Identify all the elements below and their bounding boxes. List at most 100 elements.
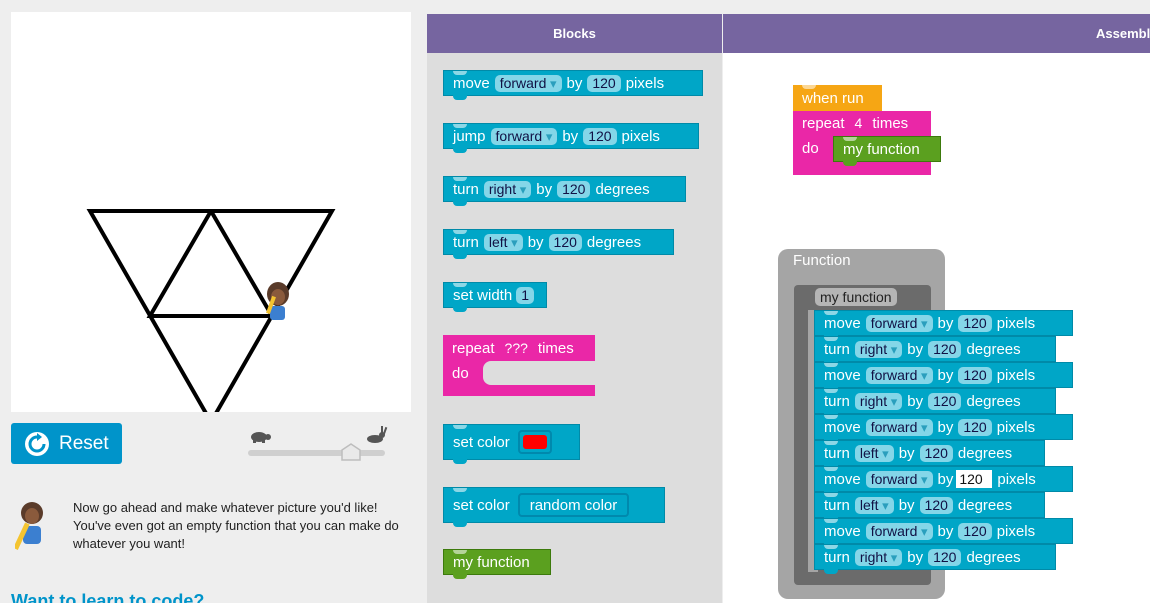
function-name-field[interactable]: my function <box>815 288 897 306</box>
artist-drawing <box>86 209 336 412</box>
direction-dropdown[interactable]: right <box>854 548 903 566</box>
direction-dropdown[interactable]: right <box>483 180 532 198</box>
toolbox-turn-right-block[interactable]: turn right by 120 degrees <box>443 176 686 206</box>
direction-dropdown[interactable]: forward <box>865 314 933 332</box>
block-word: set color <box>453 496 510 514</box>
my-function-call-block[interactable]: my function <box>833 136 941 166</box>
block-word: degrees <box>966 392 1021 410</box>
block-word: repeat <box>452 339 495 357</box>
direction-dropdown[interactable]: left <box>483 233 523 251</box>
fn-turn-block-2[interactable]: turn right by 120 degrees <box>814 388 1056 418</box>
turtle-icon <box>251 432 271 443</box>
direction-dropdown[interactable]: forward <box>490 127 558 145</box>
toolbox-repeat-block[interactable]: repeat ??? times do <box>443 335 595 396</box>
repeat-count-field[interactable]: ??? <box>500 340 533 357</box>
block-word: by <box>937 418 954 436</box>
block-word: by <box>937 314 954 332</box>
slider-track[interactable] <box>248 450 385 456</box>
repeat-do-slot[interactable] <box>483 361 595 385</box>
toolbox-jump-block[interactable]: jump forward by 120 pixels <box>443 123 699 153</box>
block-word: by <box>527 233 544 251</box>
angle-field[interactable]: 120 <box>928 392 962 410</box>
block-word: degrees <box>957 444 1013 462</box>
block-word: turn <box>824 340 850 358</box>
block-word: degrees <box>595 180 650 198</box>
angle-field[interactable]: 120 <box>928 340 962 358</box>
width-field[interactable]: 1 <box>516 286 534 304</box>
block-word: pixels <box>621 127 660 145</box>
block-word: by <box>937 366 954 384</box>
block-word: pixels <box>996 366 1036 384</box>
block-word: do <box>452 364 469 382</box>
distance-field[interactable]: 120 <box>958 366 992 384</box>
toolbox-set-random-color-block[interactable]: set color random color <box>443 487 665 527</box>
block-word: by <box>536 180 553 198</box>
fn-move-block-3[interactable]: move forward by 120 pixels <box>814 414 1073 444</box>
toolbox-my-function-block[interactable]: my function <box>443 549 551 579</box>
blocks-header-label: Blocks <box>553 26 596 41</box>
block-word: turn <box>824 392 850 410</box>
fn-turn-block-4[interactable]: turn left by 120 degrees <box>814 492 1045 522</box>
block-word: by <box>907 340 924 358</box>
fn-turn-block-5[interactable]: turn right by 120 degrees <box>814 544 1056 574</box>
random-color-field[interactable]: random color <box>517 493 630 517</box>
block-word: by <box>898 496 915 514</box>
direction-dropdown[interactable]: left <box>854 496 894 514</box>
angle-field[interactable]: 120 <box>919 444 953 462</box>
block-word: move <box>824 522 861 540</box>
slider-thumb[interactable] <box>341 443 361 461</box>
toolbox-move-block[interactable]: move forward by 120 pixels <box>443 70 703 100</box>
block-word: pixels <box>996 314 1036 332</box>
direction-dropdown[interactable]: forward <box>494 74 562 92</box>
direction-dropdown[interactable]: forward <box>865 470 933 488</box>
fn-move-block-2[interactable]: move forward by 120 pixels <box>814 362 1073 392</box>
direction-dropdown[interactable]: left <box>854 444 894 462</box>
direction-dropdown[interactable]: forward <box>865 522 933 540</box>
block-word: turn <box>824 548 850 566</box>
block-word: by <box>566 74 583 92</box>
block-word: degrees <box>966 548 1021 566</box>
angle-field[interactable]: 120 <box>919 496 953 514</box>
distance-field[interactable]: 120 <box>958 522 992 540</box>
angle-field[interactable]: 120 <box>548 233 582 251</box>
drawing-canvas <box>11 12 411 412</box>
distance-field[interactable]: 120 <box>958 314 992 332</box>
direction-dropdown[interactable]: right <box>854 340 903 358</box>
block-word: times <box>537 339 574 357</box>
toolbox-turn-left-block[interactable]: turn left by 120 degrees <box>443 229 674 259</box>
block-word: when run <box>802 89 864 107</box>
distance-field[interactable]: 120 <box>587 74 621 92</box>
rabbit-icon <box>367 426 388 443</box>
when-run-block[interactable]: when run <box>793 85 882 116</box>
distance-field-editing[interactable]: 120 <box>956 470 993 488</box>
workspace-header-label: Assembl <box>1096 26 1150 41</box>
learn-to-code-link[interactable]: Want to learn to code? <box>11 591 204 603</box>
reset-icon <box>25 431 49 456</box>
fn-turn-block-1[interactable]: turn right by 120 degrees <box>814 336 1056 366</box>
block-word: times <box>872 114 909 132</box>
fn-move-block-4[interactable]: move forward by 120 pixels <box>814 466 1073 496</box>
fn-turn-block-3[interactable]: turn left by 120 degrees <box>814 440 1045 470</box>
block-word: by <box>907 392 924 410</box>
color-picker[interactable] <box>517 430 552 454</box>
distance-field[interactable]: 120 <box>958 418 992 436</box>
distance-field[interactable]: 120 <box>583 127 617 145</box>
direction-dropdown[interactable]: forward <box>865 366 933 384</box>
toolbox-set-color-block[interactable]: set color <box>443 424 580 464</box>
toolbox-set-width-block[interactable]: set width 1 <box>443 282 547 312</box>
fn-move-block-1[interactable]: move forward by 120 pixels <box>814 310 1073 340</box>
angle-field[interactable]: 120 <box>557 180 591 198</box>
block-word: my function <box>453 553 530 571</box>
block-word: turn <box>453 180 479 198</box>
direction-dropdown[interactable]: forward <box>865 418 933 436</box>
block-word: degrees <box>966 340 1021 358</box>
repeat-count-field[interactable]: 4 <box>850 115 868 132</box>
angle-field[interactable]: 120 <box>928 548 962 566</box>
fn-move-block-5[interactable]: move forward by 120 pixels <box>814 518 1073 548</box>
reset-button[interactable]: Reset <box>11 423 122 464</box>
speed-slider[interactable] <box>248 426 388 462</box>
block-word: move <box>824 470 861 488</box>
block-word: pixels <box>625 74 665 92</box>
direction-dropdown[interactable]: right <box>854 392 903 410</box>
block-word: set color <box>453 433 510 451</box>
